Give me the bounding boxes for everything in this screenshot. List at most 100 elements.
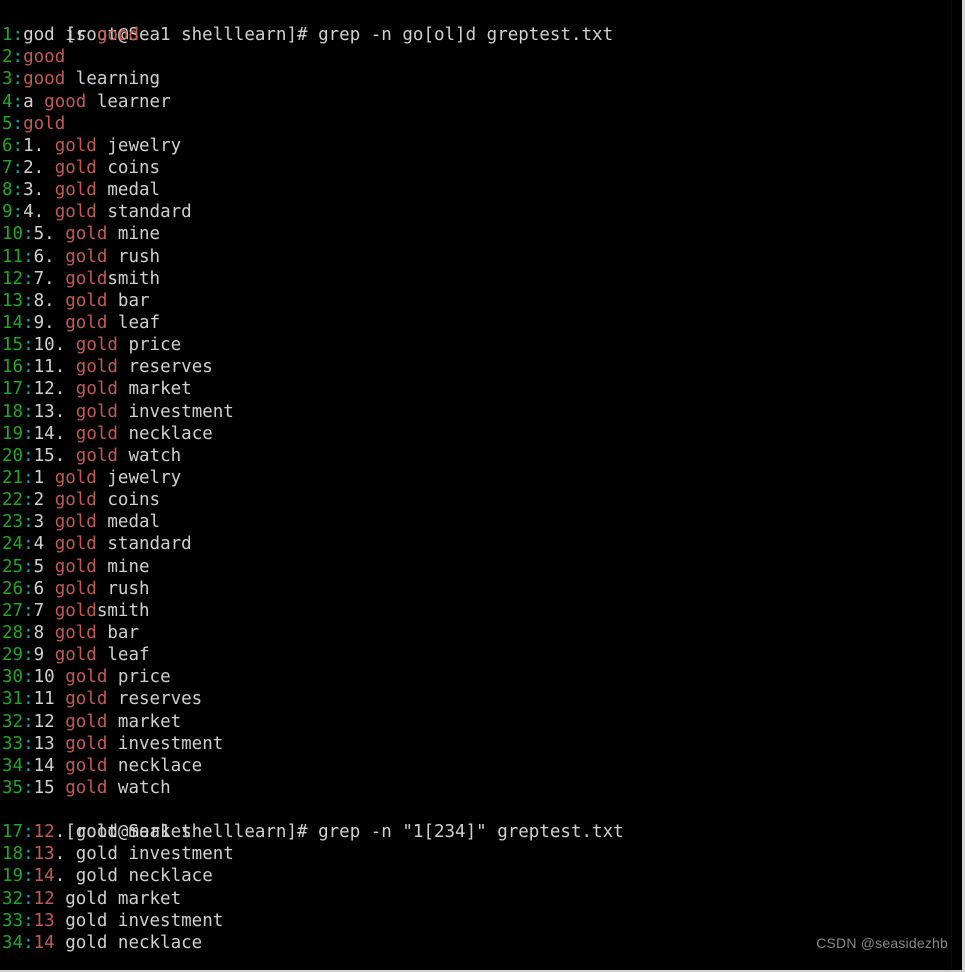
grep-match-highlight: gold <box>54 490 97 511</box>
grep-result-line: 33:13 gold investment <box>0 733 952 755</box>
grep-line-text: god is <box>23 25 97 46</box>
grep-line-text: 3 <box>33 512 55 533</box>
grep-separator: : <box>23 866 34 887</box>
terminal-window[interactable]: [root@Sea1 shelllearn]# grep -n go[ol]d … <box>0 0 965 972</box>
grep-line-number: 16 <box>2 357 24 378</box>
grep-line-text: investment <box>117 401 234 422</box>
grep-separator: : <box>12 25 24 46</box>
grep-match-highlight: good <box>44 91 87 112</box>
grep-line-number: 8 <box>2 180 13 201</box>
grep-line-number: 6 <box>2 135 13 156</box>
grep-line-number: 10 <box>2 224 24 245</box>
grep-line-text: 1 <box>33 467 55 488</box>
grep-match-highlight: gold <box>65 689 108 710</box>
grep-result-line: 32:12 gold market <box>0 711 952 733</box>
grep-result-line: 13:8. gold bar <box>0 290 952 312</box>
grep-line-text: 13. <box>33 401 76 422</box>
grep-line-text: necklace <box>117 423 213 444</box>
grep-line-text: coins <box>96 157 161 178</box>
grep-line-number: 15 <box>2 335 24 356</box>
grep-separator: : <box>23 445 34 466</box>
grep-separator: : <box>23 401 34 422</box>
grep-line-number: 32 <box>2 888 24 909</box>
grep-result-line: 2:good <box>0 46 952 68</box>
grep-separator: : <box>23 423 34 444</box>
grep-result-line: 33:13 gold investment <box>0 910 952 932</box>
grep-result-line: 35:15 gold watch <box>0 777 952 799</box>
grep-match-highlight: good <box>96 25 140 46</box>
grep-line-text: 15. <box>33 445 76 466</box>
grep-match-highlight: gold <box>65 711 108 732</box>
grep-line-number: 19 <box>2 423 24 444</box>
grep-line-text: 9 <box>33 645 55 666</box>
grep-line-number: 34 <box>2 755 24 776</box>
grep-match-highlight: 13 <box>33 844 55 865</box>
vertical-scrollbar[interactable] <box>951 0 965 972</box>
grep-match-highlight: gold <box>75 401 118 422</box>
grep-line-number: 34 <box>2 932 24 953</box>
grep-separator: : <box>12 91 24 112</box>
grep-line-text: gold investment <box>54 910 224 931</box>
grep-line-text: 5 <box>33 556 55 577</box>
grep-line-text: 15 <box>33 777 66 798</box>
grep-separator: : <box>23 932 34 953</box>
grep-line-text: jewelry <box>96 135 182 156</box>
grep-line-text: 6. <box>33 246 66 267</box>
grep-result-line: 3:good learning <box>0 68 952 90</box>
grep-line-text: gold market <box>54 888 182 909</box>
grep-match-highlight: gold <box>75 335 118 356</box>
grep-separator: : <box>23 312 34 333</box>
grep-line-text: rush <box>107 246 161 267</box>
grep-match-highlight: gold <box>75 445 118 466</box>
grep-line-text: medal <box>96 512 161 533</box>
grep-line-text: bar <box>96 622 140 643</box>
grep-line-text: market <box>107 711 182 732</box>
grep-line-text: jewelry <box>96 467 182 488</box>
grep-line-number: 17 <box>2 822 24 843</box>
grep-line-text: 5. <box>33 224 66 245</box>
grep-line-text: 9. <box>33 312 66 333</box>
grep-line-text: watch <box>117 445 182 466</box>
grep-result-line: 19:14. gold necklace <box>0 423 952 445</box>
grep-separator: : <box>23 645 34 666</box>
grep-line-number: 1 <box>2 25 13 46</box>
grep-line-text: 4 <box>33 534 55 555</box>
grep-result-line: 34:14 gold necklace <box>0 932 952 954</box>
grep-result-line: 16:11. gold reserves <box>0 356 952 378</box>
grep-line-number: 33 <box>2 910 24 931</box>
grep-match-highlight: 12 <box>33 888 55 909</box>
grep-separator: : <box>23 910 34 931</box>
grep-match-highlight: gold <box>23 113 66 134</box>
grep-result-line: 22:2 gold coins <box>0 489 952 511</box>
grep-line-text: 2 <box>33 490 55 511</box>
grep-match-highlight: good <box>23 69 66 90</box>
grep-result-line: 10:5. gold mine <box>0 223 952 245</box>
grep-line-text: 14 <box>33 755 66 776</box>
grep-match-highlight: gold <box>54 180 97 201</box>
grep-line-number: 29 <box>2 645 24 666</box>
grep-result-line: 23:3 gold medal <box>0 511 952 533</box>
grep-line-text: reserves <box>117 357 213 378</box>
grep-line-text: bar <box>107 290 150 311</box>
grep-result-line: 18:13. gold investment <box>0 401 952 423</box>
grep-separator: : <box>23 224 34 245</box>
grep-match-highlight: gold <box>54 135 97 156</box>
grep-line-text: rush <box>96 578 150 599</box>
terminal-screen[interactable]: [root@Sea1 shelllearn]# grep -n go[ol]d … <box>0 0 952 972</box>
grep-separator: : <box>23 512 34 533</box>
grep-line-text: smith <box>96 600 150 621</box>
grep-line-text: 12. <box>33 379 76 400</box>
grep-match-highlight: good <box>23 47 66 68</box>
grep-separator: : <box>23 711 34 732</box>
grep-line-number: 3 <box>2 69 13 90</box>
grep-line-number: 4 <box>2 91 13 112</box>
grep-line-text: 14. <box>33 423 76 444</box>
grep-match-highlight: gold <box>54 622 97 643</box>
grep-result-line: 30:10 gold price <box>0 666 952 688</box>
grep-separator: : <box>23 556 34 577</box>
grep-result-line: 17:12. gold market <box>0 378 952 400</box>
grep-line-text: 13 <box>33 733 66 754</box>
grep-separator: : <box>23 622 34 643</box>
grep-line-text: . gold investment <box>54 844 234 865</box>
grep-line-text: reserves <box>107 689 203 710</box>
